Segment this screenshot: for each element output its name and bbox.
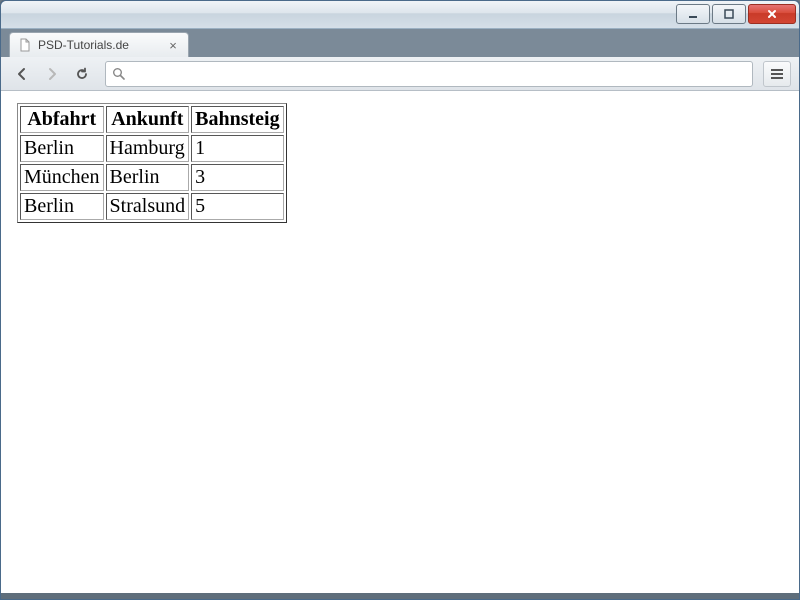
minimize-icon <box>687 8 699 20</box>
browser-window: PSD-Tutorials.de × A <box>0 0 800 600</box>
maximize-button[interactable] <box>712 4 746 24</box>
table-header: Abfahrt <box>20 106 104 133</box>
table-header-row: Abfahrt Ankunft Bahnsteig <box>20 106 284 133</box>
reload-icon <box>74 66 90 82</box>
close-icon <box>766 8 778 20</box>
reload-button[interactable] <box>69 61 95 87</box>
table-cell: 3 <box>191 164 283 191</box>
schedule-table: Abfahrt Ankunft Bahnsteig Berlin Hamburg… <box>17 103 287 223</box>
back-button[interactable] <box>9 61 35 87</box>
table-header: Ankunft <box>106 106 190 133</box>
arrow-left-icon <box>14 66 30 82</box>
table-cell: Berlin <box>20 135 104 162</box>
address-bar[interactable] <box>105 61 753 87</box>
table-row: München Berlin 3 <box>20 164 284 191</box>
menu-button[interactable] <box>763 61 791 87</box>
table-cell: 5 <box>191 193 283 220</box>
page-favicon-icon <box>18 38 32 52</box>
close-tab-icon: × <box>169 39 177 52</box>
search-icon <box>112 67 125 80</box>
table-cell: 1 <box>191 135 283 162</box>
table-cell: Stralsund <box>106 193 190 220</box>
table-cell: München <box>20 164 104 191</box>
table-row: Berlin Stralsund 5 <box>20 193 284 220</box>
minimize-button[interactable] <box>676 4 710 24</box>
tab-title: PSD-Tutorials.de <box>38 38 129 52</box>
close-tab-button[interactable]: × <box>166 38 180 52</box>
table-cell: Hamburg <box>106 135 190 162</box>
browser-tab[interactable]: PSD-Tutorials.de × <box>9 32 189 57</box>
maximize-icon <box>723 8 735 20</box>
window-bottom-edge <box>1 593 799 599</box>
window-titlebar <box>1 1 799 29</box>
forward-button[interactable] <box>39 61 65 87</box>
page-content: Abfahrt Ankunft Bahnsteig Berlin Hamburg… <box>1 91 799 593</box>
close-window-button[interactable] <box>748 4 796 24</box>
table-row: Berlin Hamburg 1 <box>20 135 284 162</box>
url-input[interactable] <box>131 66 746 81</box>
table-header: Bahnsteig <box>191 106 283 133</box>
table-cell: Berlin <box>20 193 104 220</box>
arrow-right-icon <box>44 66 60 82</box>
table-cell: Berlin <box>106 164 190 191</box>
hamburger-icon <box>770 68 784 80</box>
tab-strip: PSD-Tutorials.de × <box>1 29 799 57</box>
browser-toolbar <box>1 57 799 91</box>
